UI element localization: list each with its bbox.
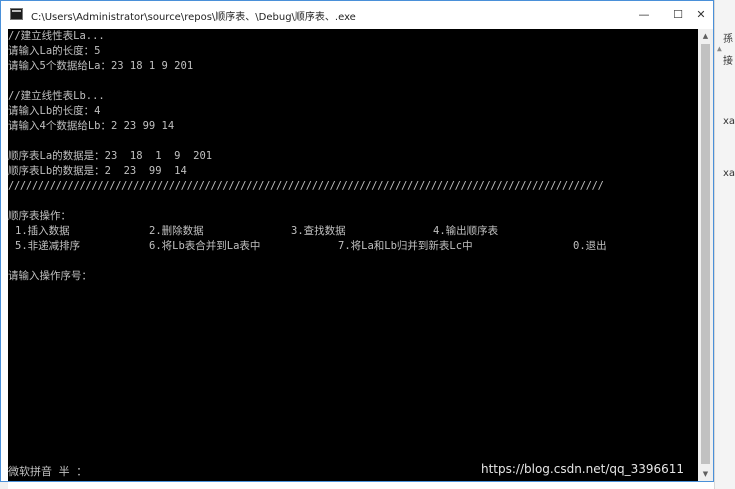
menu-option-merge-into-la: 6.将Lb表合并到La表中	[149, 240, 261, 252]
scroll-down-icon[interactable]: ▼	[698, 467, 713, 481]
menu-option-delete: 2.删除数据	[149, 225, 204, 237]
background-editor: 孫 ▲ 接 xa xa	[714, 0, 735, 489]
chevron-up-icon: ▲	[717, 44, 722, 53]
vertical-scrollbar[interactable]: ▲ ▼	[698, 29, 713, 481]
menu-heading: 顺序表操作：	[8, 210, 71, 222]
console-line: //建立线性表Lb...	[8, 90, 105, 102]
ime-status: 微软拼音 半 ：	[8, 465, 88, 478]
menu-option-search: 3.查找数据	[291, 225, 346, 237]
scroll-up-icon[interactable]: ▲	[698, 29, 713, 43]
title-bar[interactable]: C:\Users\Administrator\source\repos\顺序表、…	[1, 1, 713, 29]
scrollbar-thumb[interactable]	[701, 44, 710, 464]
input-prompt[interactable]: 请输入操作序号：	[8, 269, 92, 283]
console-line: 请输入Lb的长度：4	[8, 105, 101, 117]
console-line: 顺序表Lb的数据是：2 23 99 14	[8, 165, 187, 177]
menu-option-print: 4.输出顺序表	[433, 225, 499, 237]
background-text-fragment: xa	[723, 168, 735, 179]
background-text-fragment: 接	[723, 56, 733, 67]
menu-option-merge-to-lc: 7.将La和Lb归并到新表Lc中	[338, 240, 473, 252]
console-window: C:\Users\Administrator\source\repos\顺序表、…	[0, 0, 714, 482]
menu-option-insert: 1.插入数据	[15, 225, 70, 237]
close-button[interactable]: ✕	[689, 1, 713, 29]
console-line: 请输入La的长度：5	[8, 45, 101, 57]
console-line: //建立线性表La...	[8, 30, 105, 42]
watermark: https://blog.csdn.net/qq_3396611	[481, 462, 685, 476]
separator-line: ////////////////////////////////////////…	[8, 180, 604, 192]
menu-option-exit: 0.退出	[573, 240, 607, 252]
background-text-fragment: xa	[723, 116, 735, 127]
background-text-fragment: 孫	[723, 34, 733, 45]
console-line: 顺序表La的数据是：23 18 1 9 201	[8, 150, 213, 162]
console-app-icon	[10, 8, 23, 20]
console-line: 请输入5个数据给La：23 18 1 9 201	[8, 60, 194, 72]
window-title: C:\Users\Administrator\source\repos\顺序表、…	[31, 12, 356, 23]
console-output[interactable]: //建立线性表La... 请输入La的长度：5 请输入5个数据给La：23 18…	[8, 29, 698, 481]
menu-option-sort: 5.非递减排序	[15, 240, 81, 252]
console-line: 请输入4个数据给Lb：2 23 99 14	[8, 120, 175, 132]
